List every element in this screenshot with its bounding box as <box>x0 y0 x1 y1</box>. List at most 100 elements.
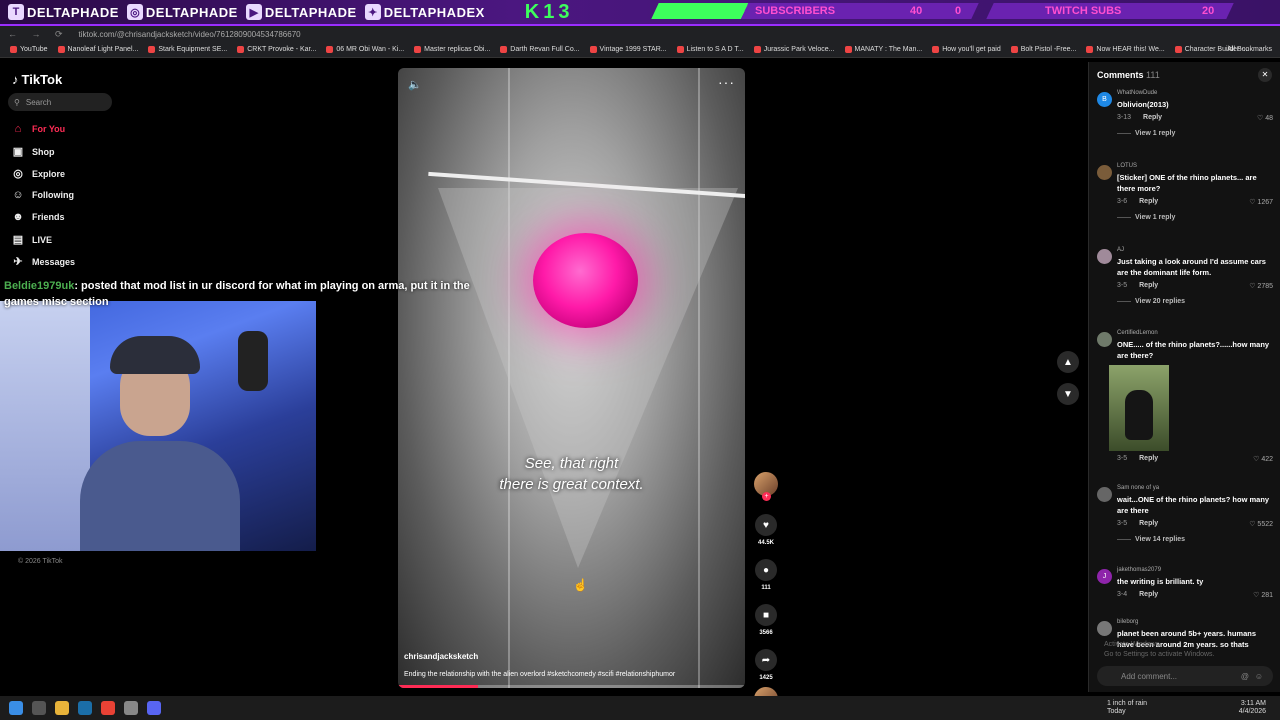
video-progress-bar[interactable] <box>398 685 745 688</box>
discord-icon[interactable] <box>147 701 161 715</box>
bookmark[interactable]: MANATY : The Man... <box>844 46 922 53</box>
next-video-button[interactable]: ▼ <box>1057 383 1079 405</box>
follow-plus-icon[interactable]: + <box>762 492 771 501</box>
bookmark[interactable]: YouTube <box>10 46 48 53</box>
reply-button[interactable]: Reply <box>1139 282 1158 289</box>
bookmark[interactable]: How you'll get paid <box>932 46 1001 53</box>
windows-start-icon[interactable] <box>9 701 23 715</box>
view-replies-button[interactable]: View 14 replies <box>1117 536 1275 543</box>
sidebar-item-following[interactable]: ☺ Following <box>12 189 74 201</box>
view-replies-button[interactable]: View 1 reply <box>1117 130 1275 137</box>
social-youtube: ▶ DELTAPHADE <box>245 4 357 20</box>
share-button[interactable]: ➦ <box>755 649 777 671</box>
bookmark[interactable]: Listen to S A D T... <box>676 46 744 53</box>
volume-icon[interactable]: 🔈 <box>408 78 422 91</box>
add-comment-input[interactable]: Add comment... @ ☺ <box>1097 666 1273 686</box>
sidebar-item-friends[interactable]: ☻ Friends <box>12 211 64 223</box>
tiktok-logo[interactable]: ♪ TikTok <box>12 72 62 87</box>
activate-windows-watermark: Activate Windows Go to Settings to activa… <box>1104 641 1215 658</box>
bookmark-favicon-icon <box>1010 46 1018 53</box>
close-icon: ✕ <box>1261 70 1269 79</box>
comment-avatar[interactable]: B <box>1097 92 1112 107</box>
reply-button[interactable]: Reply <box>1139 455 1158 462</box>
bookmark[interactable]: 06 MR Obi Wan - Ki... <box>326 46 404 53</box>
author-avatar[interactable]: + <box>754 472 778 501</box>
video-description[interactable]: Ending the relationship with the alien o… <box>404 671 675 678</box>
comment-image[interactable] <box>1109 365 1169 451</box>
bookmark-favicon-icon <box>753 46 761 53</box>
bookmark[interactable]: Darth Revan Full Co... <box>500 46 580 53</box>
close-comments-button[interactable]: ✕ <box>1258 68 1272 82</box>
sidebar-item-live[interactable]: ▤ LIVE <box>12 233 52 246</box>
comment-avatar[interactable] <box>1097 165 1112 180</box>
comment-avatar[interactable] <box>1097 621 1112 636</box>
youtube-icon: ▶ <box>245 4 262 20</box>
sidebar-item-explore[interactable]: ◎ Explore <box>12 167 65 180</box>
chrome-icon[interactable] <box>101 701 115 715</box>
comment-username[interactable]: CertifiedLemon <box>1117 330 1275 336</box>
chevron-up-icon: ▲ <box>1063 356 1073 368</box>
emoji-icon[interactable]: ☺ <box>1255 672 1263 681</box>
view-replies-button[interactable]: View 20 replies <box>1117 298 1275 305</box>
file-explorer-icon[interactable] <box>55 701 69 715</box>
bookmark[interactable]: Jurassic Park Veloce... <box>753 46 835 53</box>
url-field[interactable]: tiktok.com/@chrisandjacksketch/video/761… <box>79 30 301 39</box>
comment-avatar[interactable] <box>1097 249 1112 264</box>
alien-orb <box>533 233 638 328</box>
mention-icon[interactable]: @ <box>1241 672 1249 681</box>
search-taskbar-icon[interactable] <box>32 701 46 715</box>
bookmark[interactable]: CRKT Provoke - Kar... <box>237 46 316 53</box>
reply-button[interactable]: Reply <box>1139 591 1158 598</box>
share-icon: ➦ <box>761 654 771 666</box>
save-button[interactable]: ■ <box>755 604 777 626</box>
comment-username[interactable]: bileborg <box>1117 619 1275 625</box>
weather-widget[interactable]: 1 inch of rain Today <box>1107 700 1147 716</box>
comment-item: B WhatNowDude Oblivion(2013) 3-13 Reply ♡ … <box>1097 90 1275 137</box>
settings-taskbar-icon[interactable] <box>124 701 138 715</box>
browser-address-bar: ← → ⟳ tiktok.com/@chrisandjacksketch/vid… <box>0 26 1280 42</box>
like-button[interactable]: ♥ <box>755 514 777 536</box>
copyright: © 2026 TikTok <box>18 558 63 565</box>
comment-avatar[interactable] <box>1097 332 1112 347</box>
comment-avatar[interactable] <box>1097 487 1112 502</box>
bookmark[interactable]: Master replicas Obi... <box>414 46 490 53</box>
comment-like-button[interactable]: ♡ 2785 <box>1249 282 1273 290</box>
comment-like-button[interactable]: ♡ 422 <box>1253 455 1273 463</box>
view-replies-button[interactable]: View 1 reply <box>1117 214 1275 221</box>
system-clock[interactable]: 3:11 AM 4/4/2026 <box>1239 700 1266 716</box>
comment-like-button[interactable]: ♡ 48 <box>1257 114 1273 122</box>
search-input[interactable]: ⚲ Search <box>8 93 112 111</box>
sidebar-item-for-you[interactable]: ⌂ For You <box>12 123 66 135</box>
webcam-feed <box>0 301 316 551</box>
bookmark[interactable]: Now HEAR this! We... <box>1086 46 1165 53</box>
comment-username[interactable]: jakethomas2079 <box>1117 567 1275 573</box>
reply-button[interactable]: Reply <box>1143 114 1162 121</box>
comment-username[interactable]: LOTUS <box>1117 163 1275 169</box>
browser-nav-icons[interactable]: ← → ⟳ <box>8 29 69 40</box>
comment-like-button[interactable]: ♡ 281 <box>1253 591 1273 599</box>
more-options-icon[interactable]: ··· <box>718 74 735 90</box>
bookmark[interactable]: Nanoleaf Light Panel... <box>57 46 138 53</box>
comment-button[interactable]: ● <box>755 559 777 581</box>
comment-username[interactable]: WhatNowDude <box>1117 90 1275 96</box>
video-author[interactable]: chrisandjacksketch <box>404 652 478 661</box>
comment-text: wait...ONE of the rhino planets? how man… <box>1117 495 1270 515</box>
comment-like-button[interactable]: ♡ 5522 <box>1249 520 1273 528</box>
friends-icon: ☻ <box>12 211 24 223</box>
steam-icon[interactable] <box>78 701 92 715</box>
video-player[interactable]: 🔈 ··· See, that right there is great con… <box>398 68 745 688</box>
comment-username[interactable]: Sam none of ya <box>1117 485 1275 491</box>
bookmark[interactable]: Vintage 1999 STAR... <box>589 46 667 53</box>
bookmark-icon: ■ <box>762 609 770 621</box>
reply-button[interactable]: Reply <box>1139 198 1158 205</box>
all-bookmarks-button[interactable]: All Bookmarks <box>1227 46 1272 53</box>
bookmark[interactable]: Bolt Pistol -Free... <box>1010 46 1076 53</box>
comment-username[interactable]: AJ <box>1117 247 1275 253</box>
comment-like-button[interactable]: ♡ 1267 <box>1249 198 1273 206</box>
previous-video-button[interactable]: ▲ <box>1057 351 1079 373</box>
bookmark[interactable]: Stark Equipment SE... <box>148 46 227 53</box>
reply-button[interactable]: Reply <box>1139 520 1158 527</box>
sidebar-item-shop[interactable]: ▣ Shop <box>12 145 55 158</box>
comment-avatar[interactable]: J <box>1097 569 1112 584</box>
sidebar-item-messages[interactable]: ✈ Messages <box>12 255 75 268</box>
